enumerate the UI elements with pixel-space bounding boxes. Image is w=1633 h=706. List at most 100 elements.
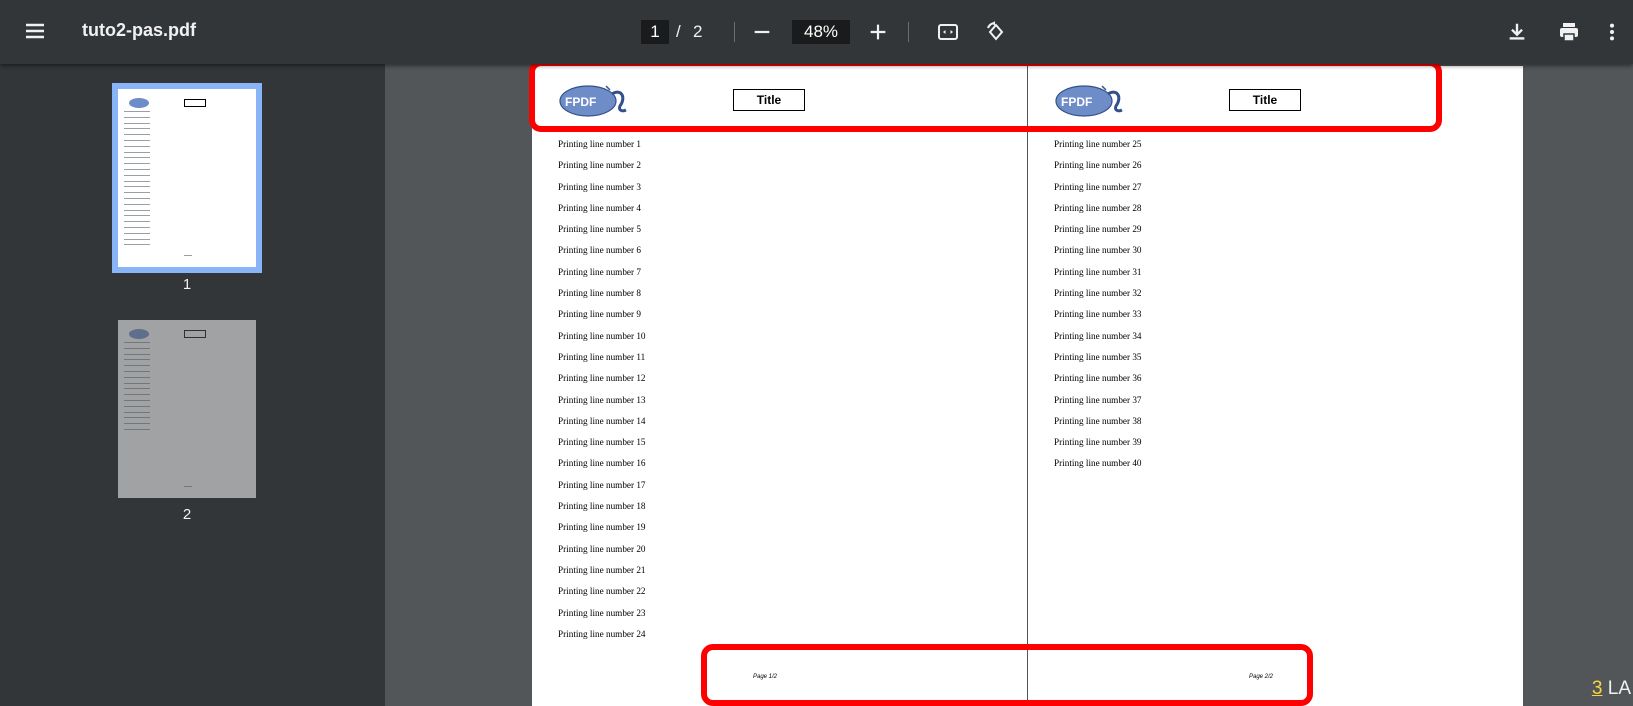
zoom-in-button[interactable] xyxy=(864,18,892,46)
page-text-line: Printing line number 2 xyxy=(558,160,641,171)
page-text-line: Printing line number 28 xyxy=(1054,202,1142,213)
page-text-line: Printing line number 39 xyxy=(1054,437,1142,448)
zoom-level-input[interactable] xyxy=(792,20,850,44)
page-text-line: Printing line number 10 xyxy=(558,330,646,341)
thumbnail-line xyxy=(124,169,150,170)
page-title-box: Title xyxy=(733,89,805,111)
thumbnail-line xyxy=(124,145,150,147)
page-text-line: Printing line number 3 xyxy=(558,181,641,192)
thumbnail-line xyxy=(124,221,150,223)
thumbnail-line xyxy=(124,342,150,343)
page-text-line: Printing line number 19 xyxy=(558,522,646,533)
page-text-line: Printing line number 38 xyxy=(1054,415,1142,426)
thumbnail-line xyxy=(124,163,150,165)
corner-label: 3 LA xyxy=(1592,678,1631,700)
elephant-logo-icon xyxy=(129,98,149,108)
page-text-line: Printing line number 31 xyxy=(1054,266,1142,277)
page-text-line: Printing line number 11 xyxy=(558,351,646,362)
page-text-line: Printing line number 25 xyxy=(1054,139,1142,149)
logo-text: FPDF xyxy=(1061,95,1092,109)
page-text-line: Printing line number 35 xyxy=(1054,351,1142,362)
zoom-out-button[interactable] xyxy=(748,18,776,46)
menu-button[interactable] xyxy=(22,18,48,44)
thumbnail-line xyxy=(124,128,150,130)
page-number-input[interactable] xyxy=(641,20,669,44)
page-text-line: Printing line number 9 xyxy=(558,309,641,320)
thumbnail-sidebar: 1 2 xyxy=(0,64,385,706)
total-pages: 2 xyxy=(693,22,703,41)
thumbnail-label-1: 1 xyxy=(182,276,192,293)
page-text-line: Printing line number 20 xyxy=(558,543,646,554)
page-text-line: Printing line number 26 xyxy=(1054,160,1142,171)
print-button[interactable] xyxy=(1555,18,1583,46)
page-text-line: Printing line number 27 xyxy=(1054,181,1142,192)
logo-text: FPDF xyxy=(565,95,596,109)
thumbnail-line xyxy=(124,140,150,141)
page-text-line: Printing line number 23 xyxy=(558,607,646,618)
page-text-lines: Printing line number 1 Printing line numb… xyxy=(558,134,646,645)
page-text-line: Printing line number 24 xyxy=(558,628,646,639)
page-text-line: Printing line number 4 xyxy=(558,202,641,213)
page-text-line: Printing line number 36 xyxy=(1054,373,1142,384)
thumbnail-line xyxy=(124,365,150,367)
fpdf-elephant-logo: FPDF xyxy=(559,85,627,117)
hamburger-menu-icon xyxy=(26,23,44,39)
thumbnail-footer xyxy=(184,255,192,256)
thumbnail-page-1[interactable] xyxy=(112,83,262,273)
page-footer: Page 1/2 xyxy=(753,674,778,680)
thumbnail-line xyxy=(124,180,150,182)
printer-icon xyxy=(1560,23,1578,42)
toolbar-divider xyxy=(908,22,909,42)
more-actions-button[interactable] xyxy=(1604,18,1620,46)
plus-icon xyxy=(870,24,886,40)
thumbnail-line xyxy=(124,388,150,390)
thumbnail-line xyxy=(124,174,150,176)
page-text-line: Printing line number 6 xyxy=(558,245,641,256)
thumbnail-line xyxy=(124,371,150,372)
elephant-logo-icon xyxy=(129,329,149,339)
thumbnail-page-2[interactable] xyxy=(118,320,256,498)
thumbnail-line xyxy=(124,151,150,153)
thumbnail-line xyxy=(124,382,150,384)
rotate-button[interactable] xyxy=(982,18,1010,46)
page-text-line: Printing line number 34 xyxy=(1054,330,1142,341)
page-footer: Page 2/2 xyxy=(1249,674,1274,680)
thumbnail-line xyxy=(124,134,150,136)
page-text-lines: Printing line number 25 Printing line num… xyxy=(1054,134,1142,475)
page-text-line: Printing line number 5 xyxy=(558,224,641,235)
pdf-page-1: FPDF Title Printing line number 1 Printin… xyxy=(532,66,1027,706)
page-text-line: Printing line number 13 xyxy=(558,394,646,405)
page-separator: / xyxy=(676,22,681,41)
thumbnail-line xyxy=(124,394,150,396)
thumbnail-title-box xyxy=(184,330,206,338)
thumbnail-line xyxy=(124,116,150,118)
thumbnail-title-box xyxy=(184,99,206,107)
thumbnail-line xyxy=(124,192,150,194)
thumbnail-label-2: 2 xyxy=(182,506,192,523)
thumbnail-line xyxy=(124,359,150,361)
thumbnail-line xyxy=(124,423,150,425)
thumbnail-line xyxy=(124,198,150,199)
document-viewer[interactable]: FPDF Title Printing line number 1 Printin… xyxy=(385,64,1633,706)
download-icon xyxy=(1509,23,1525,40)
minus-icon xyxy=(754,30,770,34)
thumbnail-line xyxy=(124,227,150,228)
page-text-line: Printing line number 33 xyxy=(1054,309,1142,320)
thumbnail-line xyxy=(124,111,150,112)
thumbnail-line xyxy=(124,203,150,205)
download-button[interactable] xyxy=(1503,18,1531,46)
page-text-line: Printing line number 17 xyxy=(558,479,646,490)
page-text-line: Printing line number 1 xyxy=(558,139,641,149)
page-text-line: Printing line number 22 xyxy=(558,586,646,597)
page-text-line: Printing line number 40 xyxy=(1054,458,1142,469)
page-text-line: Printing line number 30 xyxy=(1054,245,1142,256)
page-text-line: Printing line number 7 xyxy=(558,266,641,277)
thumbnail-line xyxy=(124,157,150,159)
thumbnail-line xyxy=(124,353,150,355)
thumbnail-line xyxy=(124,405,150,407)
fit-to-page-button[interactable] xyxy=(934,18,962,46)
thumbnail-line xyxy=(124,411,150,413)
page-text-line: Printing line number 29 xyxy=(1054,224,1142,235)
rotate-icon xyxy=(987,21,1004,41)
thumbnail-line xyxy=(124,376,150,378)
